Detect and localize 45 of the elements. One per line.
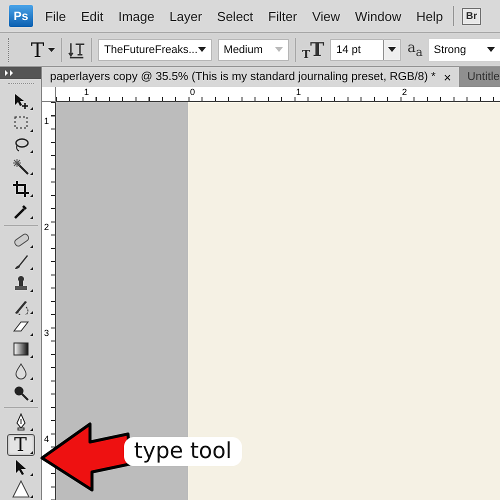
crop-icon <box>12 180 30 198</box>
menu-item[interactable]: Image <box>118 8 154 24</box>
ruler-label: 4 <box>44 434 50 444</box>
font-size-dropdown[interactable]: 14 pt <box>330 38 402 60</box>
document-tab-title: Untitle <box>467 71 500 83</box>
font-size-icon: TT <box>302 38 324 60</box>
text-orientation-icon[interactable] <box>68 40 86 58</box>
document-tab[interactable]: paperlayers copy @ 35.5% (This is my standard journaling preset, RGB/8) * × <box>42 67 460 87</box>
caret-icon <box>487 47 495 52</box>
expand-icon[interactable] <box>5 70 14 76</box>
menu-item[interactable]: Help <box>416 8 444 24</box>
magic-wand-icon <box>12 158 30 176</box>
ruler-label: 1 <box>296 87 302 97</box>
ruler-label: 1 <box>44 116 50 126</box>
dodge-icon <box>12 384 30 402</box>
bridge-button[interactable]: Br <box>462 8 482 24</box>
menu-item[interactable]: Window <box>355 8 402 24</box>
caret-icon <box>388 47 396 52</box>
ruler-label: 1 <box>84 87 90 97</box>
document-tab-title: paperlayers copy @ 35.5% (This is my standard journaling preset, RGB/8) * <box>50 71 436 83</box>
ruler-label: 2 <box>402 87 408 97</box>
menu-item[interactable]: Filter <box>268 8 298 24</box>
type-tool-button[interactable]: T <box>6 434 34 456</box>
font-style-dropdown[interactable]: Medium <box>218 38 289 60</box>
tool-preset-button[interactable]: T <box>16 38 44 62</box>
document-tab[interactable]: Untitle <box>459 67 500 87</box>
antialias-dropdown[interactable]: Strong <box>428 38 500 60</box>
triangle-icon <box>12 480 30 498</box>
ruler-label: 3 <box>44 328 50 338</box>
menu-item[interactable]: File <box>45 8 66 24</box>
menu-item[interactable]: View <box>312 8 340 24</box>
gradient-icon <box>12 340 30 358</box>
close-icon[interactable]: × <box>444 70 452 84</box>
annotation-label: type tool <box>124 437 242 466</box>
ruler-label: 0 <box>190 87 196 97</box>
antialias-icon: a$_{a}$ <box>407 40 423 59</box>
font-family-dropdown[interactable]: TheFutureFreaks... <box>98 38 212 60</box>
ruler-label: 2 <box>44 222 50 232</box>
menu-item[interactable]: Edit <box>80 8 104 24</box>
caret-icon[interactable] <box>48 48 55 52</box>
menu-item[interactable]: Layer <box>170 8 202 24</box>
app-logo[interactable]: Ps <box>9 5 33 27</box>
caret-icon <box>198 47 206 52</box>
menu-item[interactable]: Select <box>217 8 254 24</box>
caret-icon <box>275 47 283 52</box>
